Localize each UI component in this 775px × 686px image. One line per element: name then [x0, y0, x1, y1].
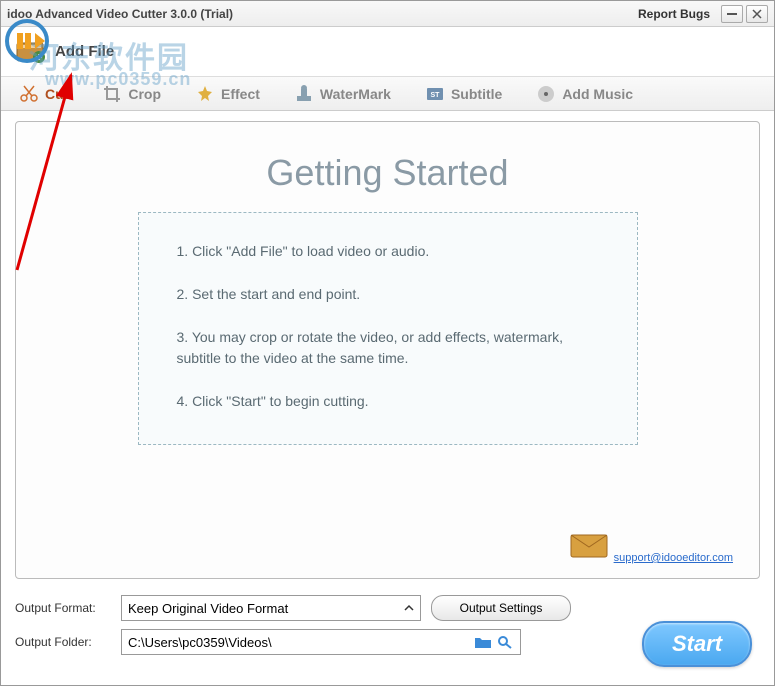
support-block: support@idooeditor.com	[569, 533, 733, 566]
chevron-up-icon	[404, 603, 414, 613]
subtitle-icon: ST	[425, 84, 445, 104]
step-item: 4. Click "Start" to begin cutting.	[177, 391, 599, 412]
tab-watermark[interactable]: WaterMark	[288, 82, 397, 106]
getting-started-box: 1. Click "Add File" to load video or aud…	[138, 212, 638, 445]
close-icon	[752, 9, 762, 19]
minimize-icon	[727, 13, 737, 15]
svg-text:ST: ST	[430, 92, 440, 99]
tab-crop[interactable]: Crop	[96, 82, 167, 106]
step-item: 1. Click "Add File" to load video or aud…	[177, 241, 599, 262]
titlebar: idoo Advanced Video Cutter 3.0.0 (Trial)…	[1, 1, 774, 27]
add-file-label: Add File	[55, 43, 114, 60]
minimize-button[interactable]	[721, 5, 743, 23]
tab-label: Add Music	[562, 86, 633, 102]
step-item: 3. You may crop or rotate the video, or …	[177, 327, 599, 369]
tab-effect[interactable]: Effect	[189, 82, 266, 106]
close-button[interactable]	[746, 5, 768, 23]
tab-label: Effect	[221, 86, 260, 102]
scissors-icon	[19, 84, 39, 104]
step-item: 2. Set the start and end point.	[177, 284, 599, 305]
envelope-icon	[569, 533, 609, 559]
output-folder-value: C:\Users\pc0359\Videos\	[128, 635, 470, 650]
add-file-icon	[15, 39, 47, 65]
output-format-value: Keep Original Video Format	[128, 601, 288, 616]
main-panel: Getting Started 1. Click "Add File" to l…	[15, 121, 760, 579]
window-title: idoo Advanced Video Cutter 3.0.0 (Trial)	[7, 7, 638, 21]
tab-label: WaterMark	[320, 86, 391, 102]
open-folder-icon[interactable]	[474, 635, 492, 649]
getting-started-title: Getting Started	[34, 152, 741, 194]
tab-add-music[interactable]: Add Music	[530, 82, 639, 106]
output-folder-field[interactable]: C:\Users\pc0359\Videos\	[121, 629, 521, 655]
stamp-icon	[294, 84, 314, 104]
browse-icon[interactable]	[496, 635, 514, 649]
output-format-row: Output Format: Keep Original Video Forma…	[15, 595, 760, 621]
content-area: Getting Started 1. Click "Add File" to l…	[1, 111, 774, 585]
tab-label: Crop	[128, 86, 161, 102]
output-format-label: Output Format:	[15, 601, 111, 615]
tab-label: Subtitle	[451, 86, 502, 102]
tab-subtitle[interactable]: ST Subtitle	[419, 82, 508, 106]
tab-cut[interactable]: Cut	[13, 82, 74, 106]
music-icon	[536, 84, 556, 104]
start-button[interactable]: Start	[642, 621, 752, 667]
tab-label: Cut	[45, 86, 68, 102]
star-icon	[195, 84, 215, 104]
output-folder-label: Output Folder:	[15, 635, 111, 649]
report-bugs-link[interactable]: Report Bugs	[638, 7, 710, 21]
support-email-link[interactable]: support@idooeditor.com	[614, 552, 733, 564]
tab-bar: Cut Crop Effect WaterMark ST Subtitle Ad…	[1, 77, 774, 111]
output-format-dropdown[interactable]: Keep Original Video Format	[121, 595, 421, 621]
add-file-button[interactable]: Add File	[15, 39, 114, 65]
output-settings-button[interactable]: Output Settings	[431, 595, 571, 621]
crop-icon	[102, 84, 122, 104]
add-file-bar: 河东软件园 Add File www.pc0359.cn	[1, 27, 774, 77]
